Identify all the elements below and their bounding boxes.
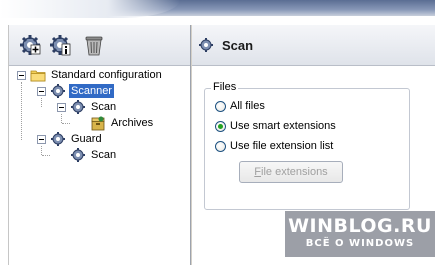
tree-item-label: Guard	[71, 133, 102, 145]
radio-label: All files	[230, 100, 265, 112]
page-title: Scan	[222, 38, 254, 53]
add-task-button[interactable]	[17, 32, 43, 58]
tree-connector	[42, 155, 50, 156]
tree-connector	[62, 123, 70, 124]
guard-icon	[51, 132, 65, 146]
trash-icon	[85, 36, 103, 56]
tree-item-archives[interactable]: Archives	[90, 115, 155, 131]
tree-item-label: Standard configuration	[51, 69, 162, 81]
radio-button[interactable]	[215, 140, 226, 152]
scan-task-icon	[199, 38, 213, 52]
add-gear-icon	[20, 35, 41, 55]
radio-smart-extensions[interactable]: Use smart extensions	[215, 119, 336, 133]
radio-button[interactable]	[215, 120, 226, 132]
tree-connector	[41, 98, 42, 107]
collapse-toggle[interactable]	[37, 86, 46, 96]
tree-item-standard-configuration[interactable]: Standard configuration	[17, 67, 164, 83]
button-label: ile extensions	[261, 166, 328, 178]
tree-item-label: Archives	[111, 117, 154, 129]
tree-item-guard[interactable]: Guard	[37, 131, 104, 147]
archives-icon	[91, 116, 105, 131]
tree-item-scanner-scan[interactable]: Scan	[57, 99, 118, 115]
tree-item-label: Scan	[91, 101, 117, 113]
tree-connector	[41, 146, 42, 155]
tree-connector	[21, 82, 22, 140]
scan-task-icon	[71, 148, 85, 162]
properties-gear-icon	[50, 35, 71, 56]
tree-item-scanner[interactable]: Scanner	[37, 83, 114, 99]
radio-label: Use smart extensions	[230, 120, 336, 132]
config-tree: Standard configuration Scanner Scan Arch…	[9, 65, 191, 265]
watermark-subtitle: ВСЁ О WINDOWS	[305, 238, 415, 249]
radio-all-files[interactable]: All files	[215, 99, 265, 113]
radio-extension-list[interactable]: Use file extension list	[215, 139, 333, 153]
files-groupbox: Files All files Use smart extensions Use…	[204, 81, 410, 210]
collapse-toggle[interactable]	[17, 70, 26, 80]
scanner-icon	[51, 84, 65, 98]
tree-item-guard-scan[interactable]: Scan	[70, 147, 118, 163]
radio-label: Use file extension list	[230, 140, 334, 152]
file-extensions-button[interactable]: File extensions	[239, 161, 343, 183]
details-header: Scan	[192, 25, 435, 66]
collapse-toggle[interactable]	[37, 134, 46, 144]
tree-item-label: Scan	[91, 149, 117, 161]
files-group-legend: Files	[211, 81, 239, 93]
toolbar	[9, 25, 191, 66]
watermark: WINBLOG.RU ВСЁ О WINDOWS	[285, 211, 435, 257]
scan-task-icon	[71, 100, 85, 114]
tree-item-label: Scanner	[69, 84, 114, 98]
folder-icon	[30, 70, 46, 82]
tree-connector	[61, 114, 62, 123]
radio-button[interactable]	[215, 100, 226, 112]
properties-button[interactable]	[47, 32, 73, 58]
button-accelerator: F	[254, 166, 262, 178]
collapse-toggle[interactable]	[57, 102, 66, 112]
left-pane: Standard configuration Scanner Scan Arch…	[8, 25, 191, 265]
delete-button[interactable]	[81, 32, 107, 58]
watermark-title: WINBLOG.RU	[288, 215, 432, 237]
